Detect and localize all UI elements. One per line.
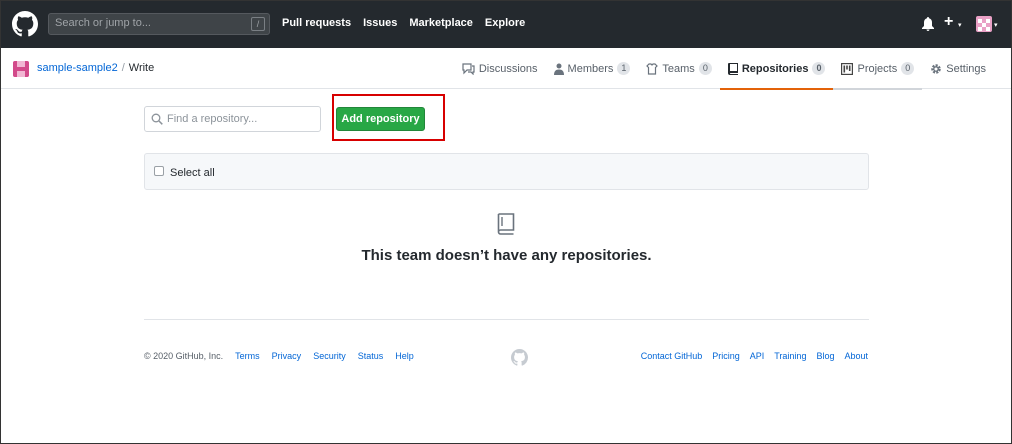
tab-count: 0	[698, 62, 712, 75]
repo-book-icon	[497, 213, 515, 235]
jersey-icon	[646, 62, 659, 75]
search-placeholder: Search or jump to...	[55, 17, 151, 29]
footer-right: Contact GitHub Pricing API Training Blog…	[641, 351, 868, 361]
project-icon	[841, 62, 854, 75]
repo-icon	[727, 62, 738, 75]
create-new-caret-icon[interactable]: ▾	[958, 21, 962, 29]
empty-state-message: This team doesn’t have any repositories.	[361, 247, 652, 264]
breadcrumb-team-name: Write	[128, 62, 155, 74]
tab-label: Teams	[662, 62, 695, 75]
tab-discussions[interactable]: Discussions	[454, 48, 546, 89]
create-new-plus-icon[interactable]: +	[944, 13, 953, 31]
tab-label: Members	[567, 62, 614, 75]
search-shortcut-hint: /	[251, 17, 265, 31]
footer-link-contact[interactable]: Contact GitHub	[641, 351, 703, 361]
search-icon	[151, 113, 163, 125]
team-header: sample-sample2/Write Discussions Members…	[0, 48, 1012, 90]
global-header: Search or jump to... / Pull requests Iss…	[0, 0, 1012, 48]
select-all-bar: Select all	[144, 153, 869, 190]
tab-members[interactable]: Members 1	[546, 48, 639, 89]
person-icon	[553, 63, 564, 75]
footer-link-help[interactable]: Help	[395, 351, 414, 361]
find-repository-input[interactable]: Find a repository...	[144, 106, 321, 132]
comment-icon	[462, 62, 475, 75]
select-all-label[interactable]: Select all	[170, 167, 215, 179]
footer-left: © 2020 GitHub, Inc. Terms Privacy Securi…	[144, 351, 414, 361]
add-repository-button[interactable]: Add repository	[336, 107, 425, 131]
footer-divider	[144, 319, 869, 320]
github-logo-icon[interactable]	[12, 11, 38, 37]
tab-count: 1	[617, 62, 631, 75]
tab-label: Discussions	[478, 62, 538, 75]
select-all-checkbox[interactable]	[154, 166, 164, 176]
breadcrumb-separator: /	[121, 62, 125, 74]
github-footer-logo-icon[interactable]	[511, 349, 528, 366]
tab-count: 0	[812, 62, 826, 75]
user-avatar[interactable]	[976, 16, 992, 32]
tab-count: 0	[901, 62, 915, 75]
footer-link-pricing[interactable]: Pricing	[712, 351, 740, 361]
tab-projects[interactable]: Projects 0	[833, 48, 923, 90]
nav-marketplace[interactable]: Marketplace	[409, 17, 473, 29]
footer-link-status[interactable]: Status	[358, 351, 384, 361]
breadcrumb-org-link[interactable]: sample-sample2	[37, 62, 118, 74]
footer-link-terms[interactable]: Terms	[235, 351, 260, 361]
global-nav: Pull requests Issues Marketplace Explore	[282, 17, 525, 29]
team-tabs: Discussions Members 1 Teams 0 Repositori…	[454, 48, 994, 90]
tab-label: Repositories	[741, 62, 809, 75]
footer-link-security[interactable]: Security	[313, 351, 346, 361]
tab-settings[interactable]: Settings	[922, 48, 994, 89]
tab-teams[interactable]: Teams 0	[638, 48, 719, 89]
gear-icon	[931, 63, 941, 74]
tab-repositories[interactable]: Repositories 0	[719, 48, 834, 90]
footer-link-blog[interactable]: Blog	[816, 351, 834, 361]
nav-explore[interactable]: Explore	[485, 17, 525, 29]
org-avatar[interactable]	[13, 61, 29, 77]
tab-label: Settings	[946, 62, 986, 75]
find-repository-placeholder: Find a repository...	[167, 113, 258, 125]
footer-link-api[interactable]: API	[750, 351, 765, 361]
nav-issues[interactable]: Issues	[363, 17, 397, 29]
nav-pull-requests[interactable]: Pull requests	[282, 17, 351, 29]
breadcrumb: sample-sample2/Write	[37, 62, 154, 74]
tab-label: Projects	[857, 62, 898, 75]
global-search-input[interactable]: Search or jump to... /	[48, 13, 270, 35]
footer-copyright: © 2020 GitHub, Inc.	[144, 351, 224, 361]
footer-link-privacy[interactable]: Privacy	[272, 351, 302, 361]
footer-link-training[interactable]: Training	[774, 351, 806, 361]
user-menu-caret-icon[interactable]: ▾	[994, 21, 998, 29]
footer-link-about[interactable]: About	[844, 351, 868, 361]
notifications-bell-icon[interactable]	[922, 17, 934, 31]
